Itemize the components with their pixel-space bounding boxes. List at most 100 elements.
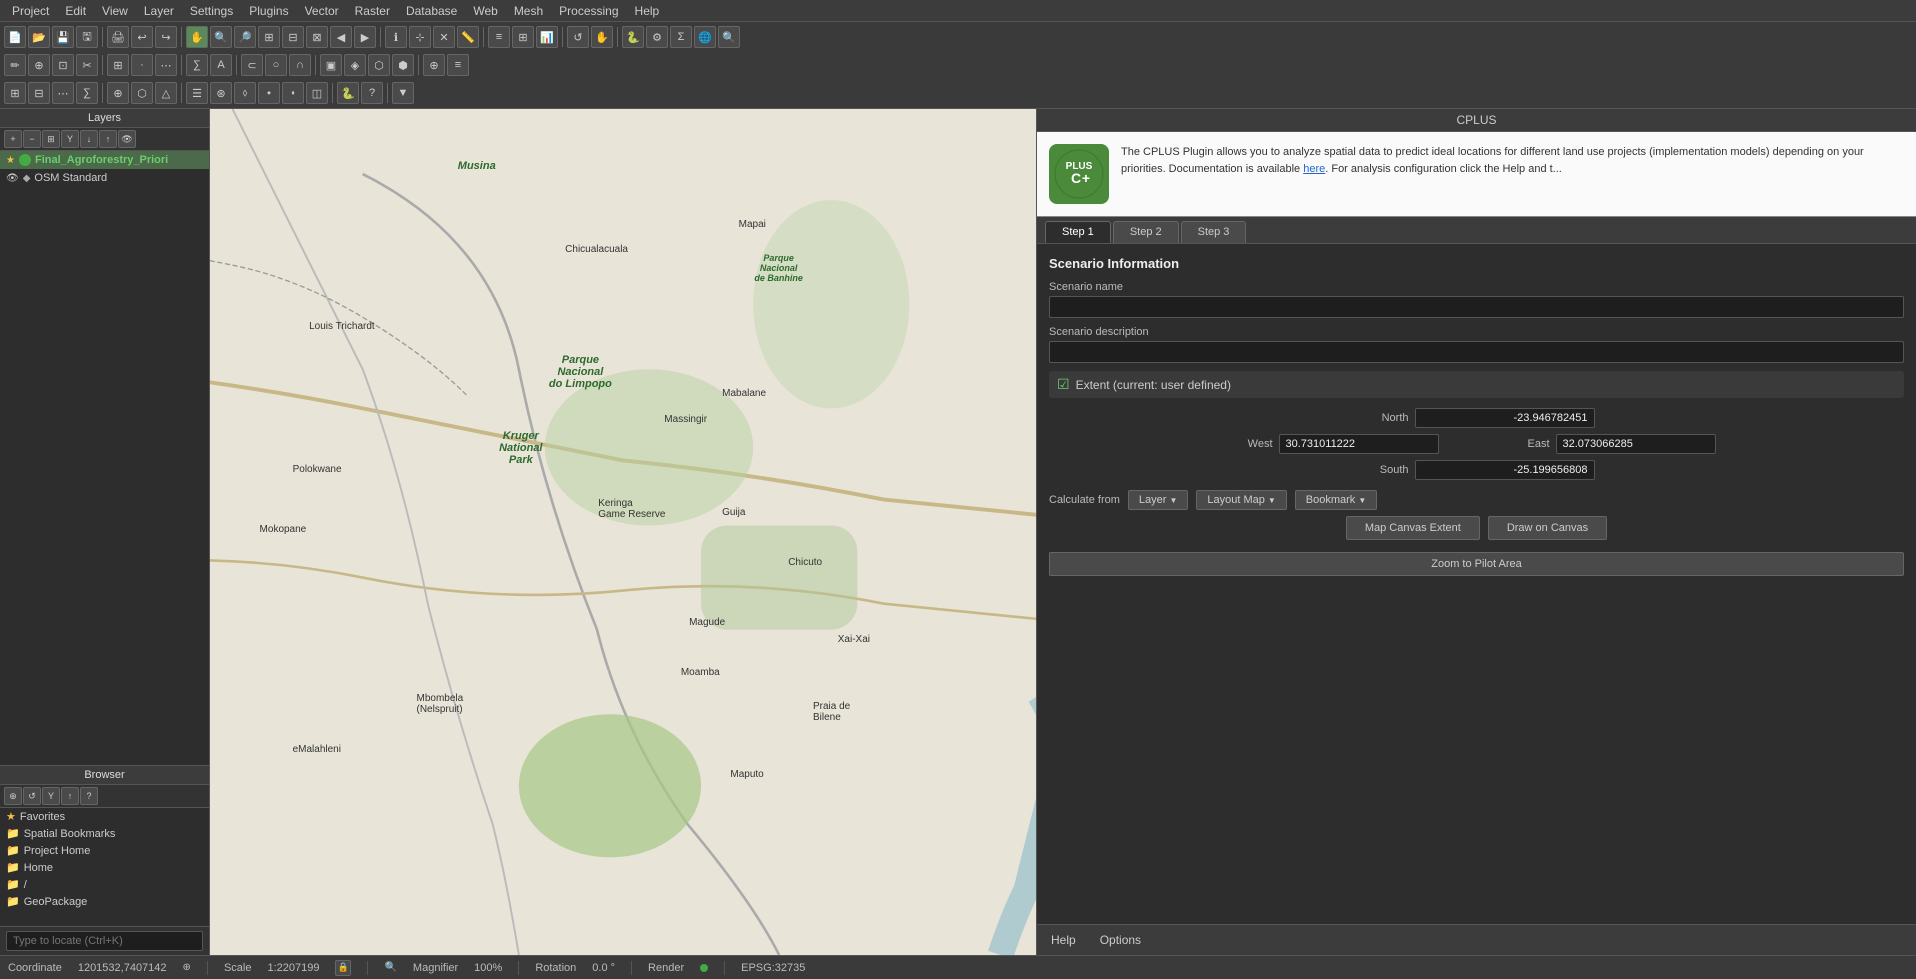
tb2-layer-order[interactable]: ≡ bbox=[447, 54, 469, 76]
layer-item-agroforestry[interactable]: ★ Final_Agroforestry_Priori bbox=[0, 151, 209, 169]
layers-remove-btn[interactable]: − bbox=[23, 130, 41, 148]
tb-stats[interactable]: 📊 bbox=[536, 26, 558, 48]
tb2-field-calc[interactable]: ∑ bbox=[186, 54, 208, 76]
tb-zoom-prev[interactable]: ◀ bbox=[330, 26, 352, 48]
tb2-plugin3[interactable]: ⬡ bbox=[368, 54, 390, 76]
tb-deselect[interactable]: ✕ bbox=[433, 26, 455, 48]
tb3-heatmap[interactable]: ⋯ bbox=[52, 82, 74, 104]
tb2-snapping-on[interactable]: · bbox=[131, 54, 153, 76]
tb-zoom-selection[interactable]: ⊠ bbox=[306, 26, 328, 48]
browser-item-geopackage[interactable]: 📁 GeoPackage bbox=[0, 893, 209, 910]
layers-expand-btn[interactable]: ↓ bbox=[80, 130, 98, 148]
tb2-label[interactable]: A bbox=[210, 54, 232, 76]
tb3-gps[interactable]: ⊕ bbox=[107, 82, 129, 104]
tb2-plugin1[interactable]: ▣ bbox=[320, 54, 342, 76]
scenario-desc-input[interactable] bbox=[1049, 341, 1904, 363]
tb-identify[interactable]: ℹ bbox=[385, 26, 407, 48]
scenario-name-input[interactable] bbox=[1049, 296, 1904, 318]
browser-filter-btn[interactable]: Y bbox=[42, 787, 60, 805]
tb-save-project[interactable]: 💾 bbox=[52, 26, 74, 48]
tb2-plugin4[interactable]: ⬢ bbox=[392, 54, 414, 76]
tb3-python2[interactable]: 🐍 bbox=[337, 82, 359, 104]
cplus-options-button[interactable]: Options bbox=[1094, 931, 1147, 949]
menu-project[interactable]: Project bbox=[4, 2, 57, 20]
tb2-digitize[interactable]: ✏ bbox=[4, 54, 26, 76]
tb-zoom-next[interactable]: ▶ bbox=[354, 26, 376, 48]
cplus-tab-step2[interactable]: Step 2 bbox=[1113, 221, 1179, 243]
map-canvas[interactable]: Musina Chicualacuala Mapai ParqueNaciona… bbox=[210, 109, 1036, 955]
browser-item-root[interactable]: 📁 / bbox=[0, 876, 209, 893]
tb2-georef[interactable]: ⊕ bbox=[423, 54, 445, 76]
draw-on-canvas-button[interactable]: Draw on Canvas bbox=[1488, 516, 1607, 540]
tb-pan[interactable]: ✋ bbox=[186, 26, 208, 48]
tb3-help[interactable]: ? bbox=[361, 82, 383, 104]
menu-settings[interactable]: Settings bbox=[182, 2, 241, 20]
browser-item-spatial-bookmarks[interactable]: 📁 Spatial Bookmarks bbox=[0, 825, 209, 842]
tb3-raster-calc[interactable]: ∑ bbox=[76, 82, 98, 104]
browser-add-btn[interactable]: ⊕ bbox=[4, 787, 22, 805]
tb-redo[interactable]: ↪ bbox=[155, 26, 177, 48]
menu-help[interactable]: Help bbox=[627, 2, 668, 20]
scale-lock-btn[interactable]: 🔒 bbox=[335, 960, 351, 976]
cplus-tab-step3[interactable]: Step 3 bbox=[1181, 221, 1247, 243]
menu-vector[interactable]: Vector bbox=[297, 2, 347, 20]
browser-help-btn[interactable]: ? bbox=[80, 787, 98, 805]
calc-layer-btn[interactable]: Layer ▼ bbox=[1128, 490, 1188, 510]
menu-raster[interactable]: Raster bbox=[347, 2, 398, 20]
tb-undo[interactable]: ↩ bbox=[131, 26, 153, 48]
cplus-doc-link[interactable]: here bbox=[1303, 163, 1325, 175]
tb-zoom-full[interactable]: ⊞ bbox=[258, 26, 280, 48]
menu-mesh[interactable]: Mesh bbox=[506, 2, 551, 20]
menu-layer[interactable]: Layer bbox=[136, 2, 182, 20]
tb-select-features[interactable]: ⊹ bbox=[409, 26, 431, 48]
menu-database[interactable]: Database bbox=[398, 2, 465, 20]
tb3-plugin-c[interactable]: ⬨ bbox=[234, 82, 256, 104]
tb-open-table[interactable]: ⊞ bbox=[512, 26, 534, 48]
menu-edit[interactable]: Edit bbox=[57, 2, 94, 20]
tb-zoom-in[interactable]: 🔍 bbox=[210, 26, 232, 48]
tb2-plugin2[interactable]: ◈ bbox=[344, 54, 366, 76]
tb-cancel[interactable]: ✋ bbox=[591, 26, 613, 48]
browser-collapse-btn[interactable]: ↑ bbox=[61, 787, 79, 805]
menu-view[interactable]: View bbox=[94, 2, 136, 20]
tb-browser-panel[interactable]: 🌐 bbox=[694, 26, 716, 48]
tb3-plugin-d[interactable]: ⬩ bbox=[258, 82, 280, 104]
layers-collapse-btn[interactable]: ↑ bbox=[99, 130, 117, 148]
browser-item-project-home[interactable]: 📁 Project Home bbox=[0, 842, 209, 859]
zoom-pilot-area-button[interactable]: Zoom to Pilot Area bbox=[1049, 552, 1904, 576]
tb3-extra[interactable]: ▼ bbox=[392, 82, 414, 104]
tb2-node[interactable]: ⊡ bbox=[52, 54, 74, 76]
tb2-topology[interactable]: ⋯ bbox=[155, 54, 177, 76]
tb-zoom-out[interactable]: 🔎 bbox=[234, 26, 256, 48]
tb2-intersect[interactable]: ∩ bbox=[289, 54, 311, 76]
tb-settings[interactable]: ⚙ bbox=[646, 26, 668, 48]
tb-measure[interactable]: 📏 bbox=[457, 26, 479, 48]
south-input[interactable] bbox=[1415, 460, 1595, 480]
layer-item-osm[interactable]: 👁 ◆ OSM Standard bbox=[0, 169, 209, 187]
tb-processing[interactable]: Σ bbox=[670, 26, 692, 48]
browser-refresh-btn[interactable]: ↺ bbox=[23, 787, 41, 805]
extent-header[interactable]: ☑ Extent (current: user defined) bbox=[1049, 371, 1904, 398]
cplus-help-button[interactable]: Help bbox=[1045, 931, 1082, 949]
tb3-3d[interactable]: ⬡ bbox=[131, 82, 153, 104]
layers-filter-btn[interactable]: Y bbox=[61, 130, 79, 148]
tb-save-as[interactable]: 🖫 bbox=[76, 26, 98, 48]
tb-new-project[interactable]: 📄 bbox=[4, 26, 26, 48]
north-input[interactable] bbox=[1415, 408, 1595, 428]
tb3-elevation[interactable]: △ bbox=[155, 82, 177, 104]
tb-zoom-layer[interactable]: ⊟ bbox=[282, 26, 304, 48]
tb2-split[interactable]: ✂ bbox=[76, 54, 98, 76]
locate-search-input[interactable] bbox=[6, 931, 203, 951]
menu-web[interactable]: Web bbox=[465, 2, 505, 20]
tb-layer-tree[interactable]: ≡ bbox=[488, 26, 510, 48]
tb2-edit[interactable]: ⊕ bbox=[28, 54, 50, 76]
tb-open-project[interactable]: 📂 bbox=[28, 26, 50, 48]
menu-plugins[interactable]: Plugins bbox=[241, 2, 296, 20]
menu-processing[interactable]: Processing bbox=[551, 2, 626, 20]
tb3-overview[interactable]: ⊞ bbox=[4, 82, 26, 104]
layers-open-attr[interactable]: ⊞ bbox=[42, 130, 60, 148]
east-input[interactable] bbox=[1556, 434, 1716, 454]
tb3-plugin-a[interactable]: ☰ bbox=[186, 82, 208, 104]
west-input[interactable] bbox=[1279, 434, 1439, 454]
map-canvas-extent-button[interactable]: Map Canvas Extent bbox=[1346, 516, 1480, 540]
